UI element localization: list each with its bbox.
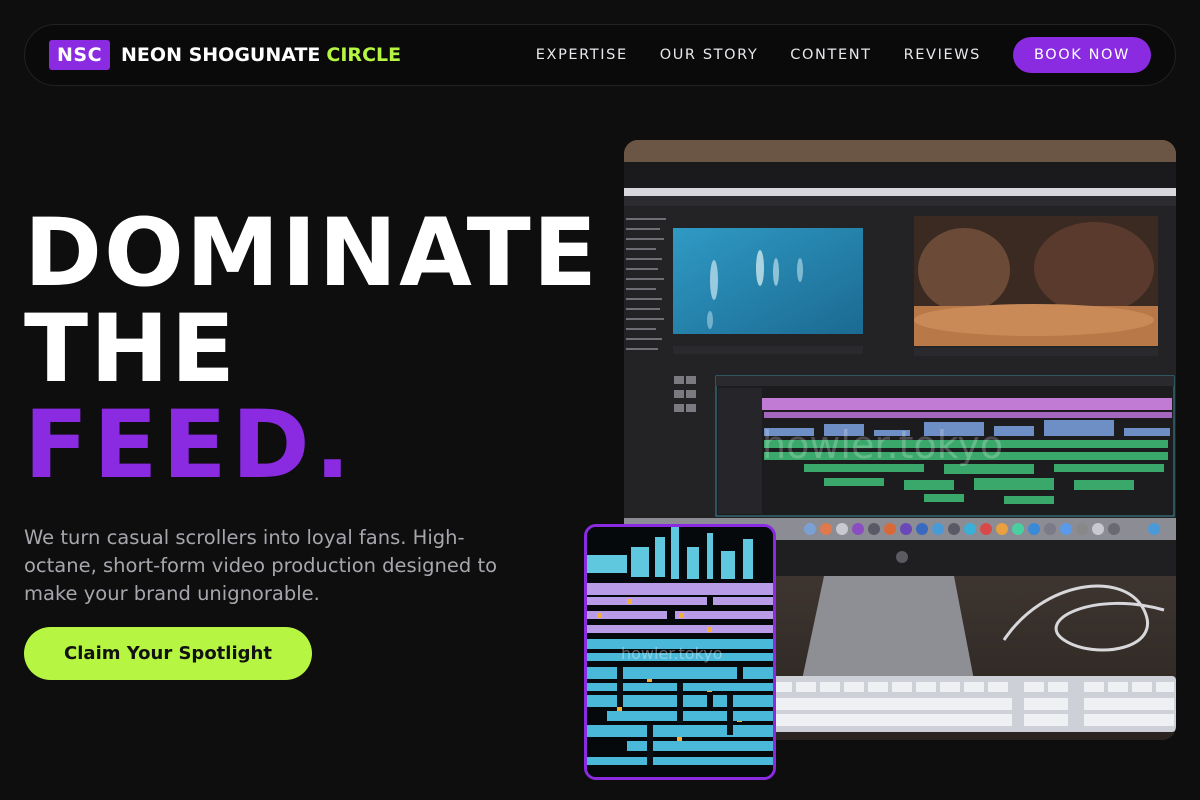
nav-link-content[interactable]: CONTENT: [790, 47, 871, 63]
top-nav: NSC NEON SHOGUNATE CIRCLE EXPERTISE OUR …: [24, 24, 1176, 86]
book-now-button[interactable]: BOOK NOW: [1012, 37, 1151, 73]
main-image-watermark: howler.tokyo: [762, 423, 1003, 467]
landing-page: NSC NEON SHOGUNATE CIRCLE EXPERTISE OUR …: [0, 0, 1200, 800]
headline-line-2: THE: [24, 295, 238, 404]
brand-name-accent: CIRCLE: [326, 44, 402, 66]
timeline-closeup-illustration: howler.tokyo: [587, 527, 773, 777]
brand-name[interactable]: NEON SHOGUNATE CIRCLE: [121, 44, 401, 66]
hero-subtitle: We turn casual scrollers into loyal fans…: [24, 526, 498, 605]
brand-name-main: NEON SHOGUNATE: [121, 44, 321, 66]
headline-line-1: DOMINATE: [24, 199, 599, 308]
logo-badge[interactable]: NSC: [49, 40, 111, 70]
nav-link-reviews[interactable]: REVIEWS: [904, 47, 981, 63]
nav-link-our-story[interactable]: OUR STORY: [660, 47, 759, 63]
inset-image-timeline-closeup: howler.tokyo: [584, 524, 776, 780]
nav-links: EXPERTISE OUR STORY CONTENT REVIEWS BOOK…: [536, 37, 1151, 73]
headline-line-3: FEED.: [24, 391, 356, 500]
nav-link-expertise[interactable]: EXPERTISE: [536, 47, 628, 63]
inset-image-watermark: howler.tokyo: [621, 644, 723, 663]
hero-headline: DOMINATE THE FEED.: [24, 206, 599, 494]
claim-spotlight-button[interactable]: Claim Your Spotlight: [24, 627, 312, 680]
